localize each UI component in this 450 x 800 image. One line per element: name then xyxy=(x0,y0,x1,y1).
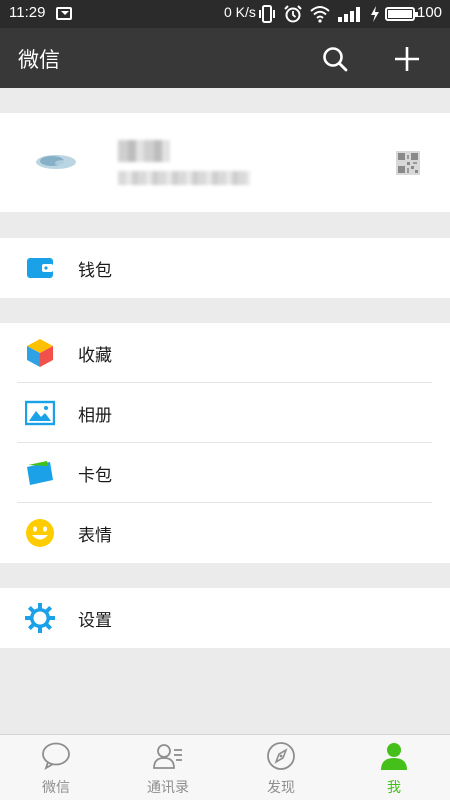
menu-item-favorites[interactable]: 收藏 xyxy=(0,323,450,383)
battery-icon xyxy=(385,7,418,21)
plus-icon[interactable] xyxy=(390,42,424,76)
settings-group: 设置 xyxy=(0,588,450,648)
tab-label: 我 xyxy=(387,780,401,796)
cube-icon xyxy=(27,339,53,367)
clock: 11:29 xyxy=(9,4,46,21)
menu-label: 钱包 xyxy=(78,261,112,281)
network-speed: 0 K/s xyxy=(224,4,256,20)
menu-item-wallet[interactable]: 钱包 xyxy=(0,238,450,298)
tab-label: 微信 xyxy=(42,780,70,796)
battery-level: 100 xyxy=(417,4,443,21)
tab-chats[interactable]: 微信 xyxy=(0,735,112,800)
tab-discover[interactable]: 发现 xyxy=(225,735,337,800)
alarm-icon xyxy=(284,5,302,23)
menu-label: 卡包 xyxy=(78,466,112,486)
compass-icon xyxy=(267,742,295,770)
signal-icon xyxy=(338,7,360,22)
gear-icon xyxy=(25,603,55,633)
menu-label: 设置 xyxy=(78,611,112,631)
search-icon[interactable] xyxy=(318,42,352,76)
menu-label: 收藏 xyxy=(78,346,112,366)
menu-item-cards[interactable]: 卡包 xyxy=(0,443,450,503)
wallet-icon xyxy=(27,258,53,278)
bottom-tab-bar: 微信 通讯录 发现 我 xyxy=(0,734,450,800)
status-bar: 11:29 0 K/s 100 xyxy=(0,0,450,28)
vibrate-icon xyxy=(259,5,275,23)
menu-label: 表情 xyxy=(78,526,112,546)
charging-icon xyxy=(371,6,379,22)
page-title: 微信 xyxy=(18,48,60,72)
nickname-blurred xyxy=(118,140,170,162)
content-group: 收藏 相册 卡包 表情 xyxy=(0,323,450,563)
menu-item-album[interactable]: 相册 xyxy=(0,383,450,443)
menu-label: 相册 xyxy=(78,406,112,426)
person-icon xyxy=(381,743,407,770)
chat-bubble-icon xyxy=(42,742,70,770)
tab-label: 发现 xyxy=(267,780,295,796)
card-icon xyxy=(27,461,53,485)
wechat-id-blurred xyxy=(118,171,250,185)
message-icon xyxy=(56,7,72,20)
tab-me[interactable]: 我 xyxy=(338,735,450,800)
wallet-group: 钱包 xyxy=(0,238,450,298)
qr-code-icon[interactable] xyxy=(396,151,420,175)
title-bar: 微信 xyxy=(0,28,450,88)
menu-item-settings[interactable]: 设置 xyxy=(0,588,450,648)
menu-item-stickers[interactable]: 表情 xyxy=(0,503,450,563)
profile-card[interactable] xyxy=(0,113,450,212)
avatar[interactable] xyxy=(30,147,82,177)
tab-label: 通讯录 xyxy=(147,780,189,796)
contacts-icon xyxy=(153,744,182,769)
image-icon xyxy=(25,400,55,426)
smiley-icon xyxy=(26,519,54,547)
wifi-icon xyxy=(310,6,330,23)
tab-contacts[interactable]: 通讯录 xyxy=(112,735,224,800)
